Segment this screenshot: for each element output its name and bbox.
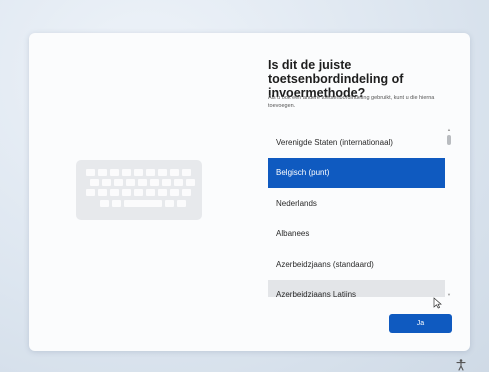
confirm-button[interactable]: Ja xyxy=(389,314,452,333)
keyboard-key-row xyxy=(86,169,191,176)
layout-option-label: Albanees xyxy=(276,229,310,239)
keyboard-layout-list[interactable]: Verenigde Staten (internationaal) Belgisc… xyxy=(268,127,445,297)
layout-option-label: Azerbeidzjaans Latijns xyxy=(276,290,357,297)
layout-option[interactable]: Azerbeidzjaans (standaard) xyxy=(268,249,445,280)
layout-option-label: Nederlands xyxy=(276,198,317,208)
layout-option[interactable]: Azerbeidzjaans Latijns xyxy=(268,279,445,297)
keyboard-key-row xyxy=(86,189,191,196)
list-scrollbar[interactable]: ▲ ▼ xyxy=(446,127,452,297)
layout-option[interactable]: Albanees xyxy=(268,219,445,250)
accessibility-icon[interactable] xyxy=(456,359,466,371)
layout-option[interactable]: Verenigde Staten (internationaal) xyxy=(268,127,445,158)
keyboard-key-row xyxy=(100,200,186,207)
scrollbar-thumb[interactable] xyxy=(447,135,451,145)
keyboard-icon xyxy=(76,160,202,220)
mouse-pointer-icon xyxy=(433,297,442,309)
layout-option-label: Verenigde Staten (internationaal) xyxy=(276,137,393,147)
keyboard-key-row xyxy=(90,179,195,186)
layout-option-label: Azerbeidzjaans (standaard) xyxy=(276,259,374,269)
scroll-up-arrow-icon[interactable]: ▲ xyxy=(446,127,452,132)
layout-option[interactable]: Nederlands xyxy=(268,188,445,219)
layout-option-label: Belgisch (punt) xyxy=(276,168,330,178)
scroll-down-arrow-icon[interactable]: ▼ xyxy=(446,292,452,297)
layout-option[interactable]: Belgisch (punt) xyxy=(268,157,445,188)
page-subtitle: Als u ook een andere toetsenbordindeling… xyxy=(268,95,435,109)
